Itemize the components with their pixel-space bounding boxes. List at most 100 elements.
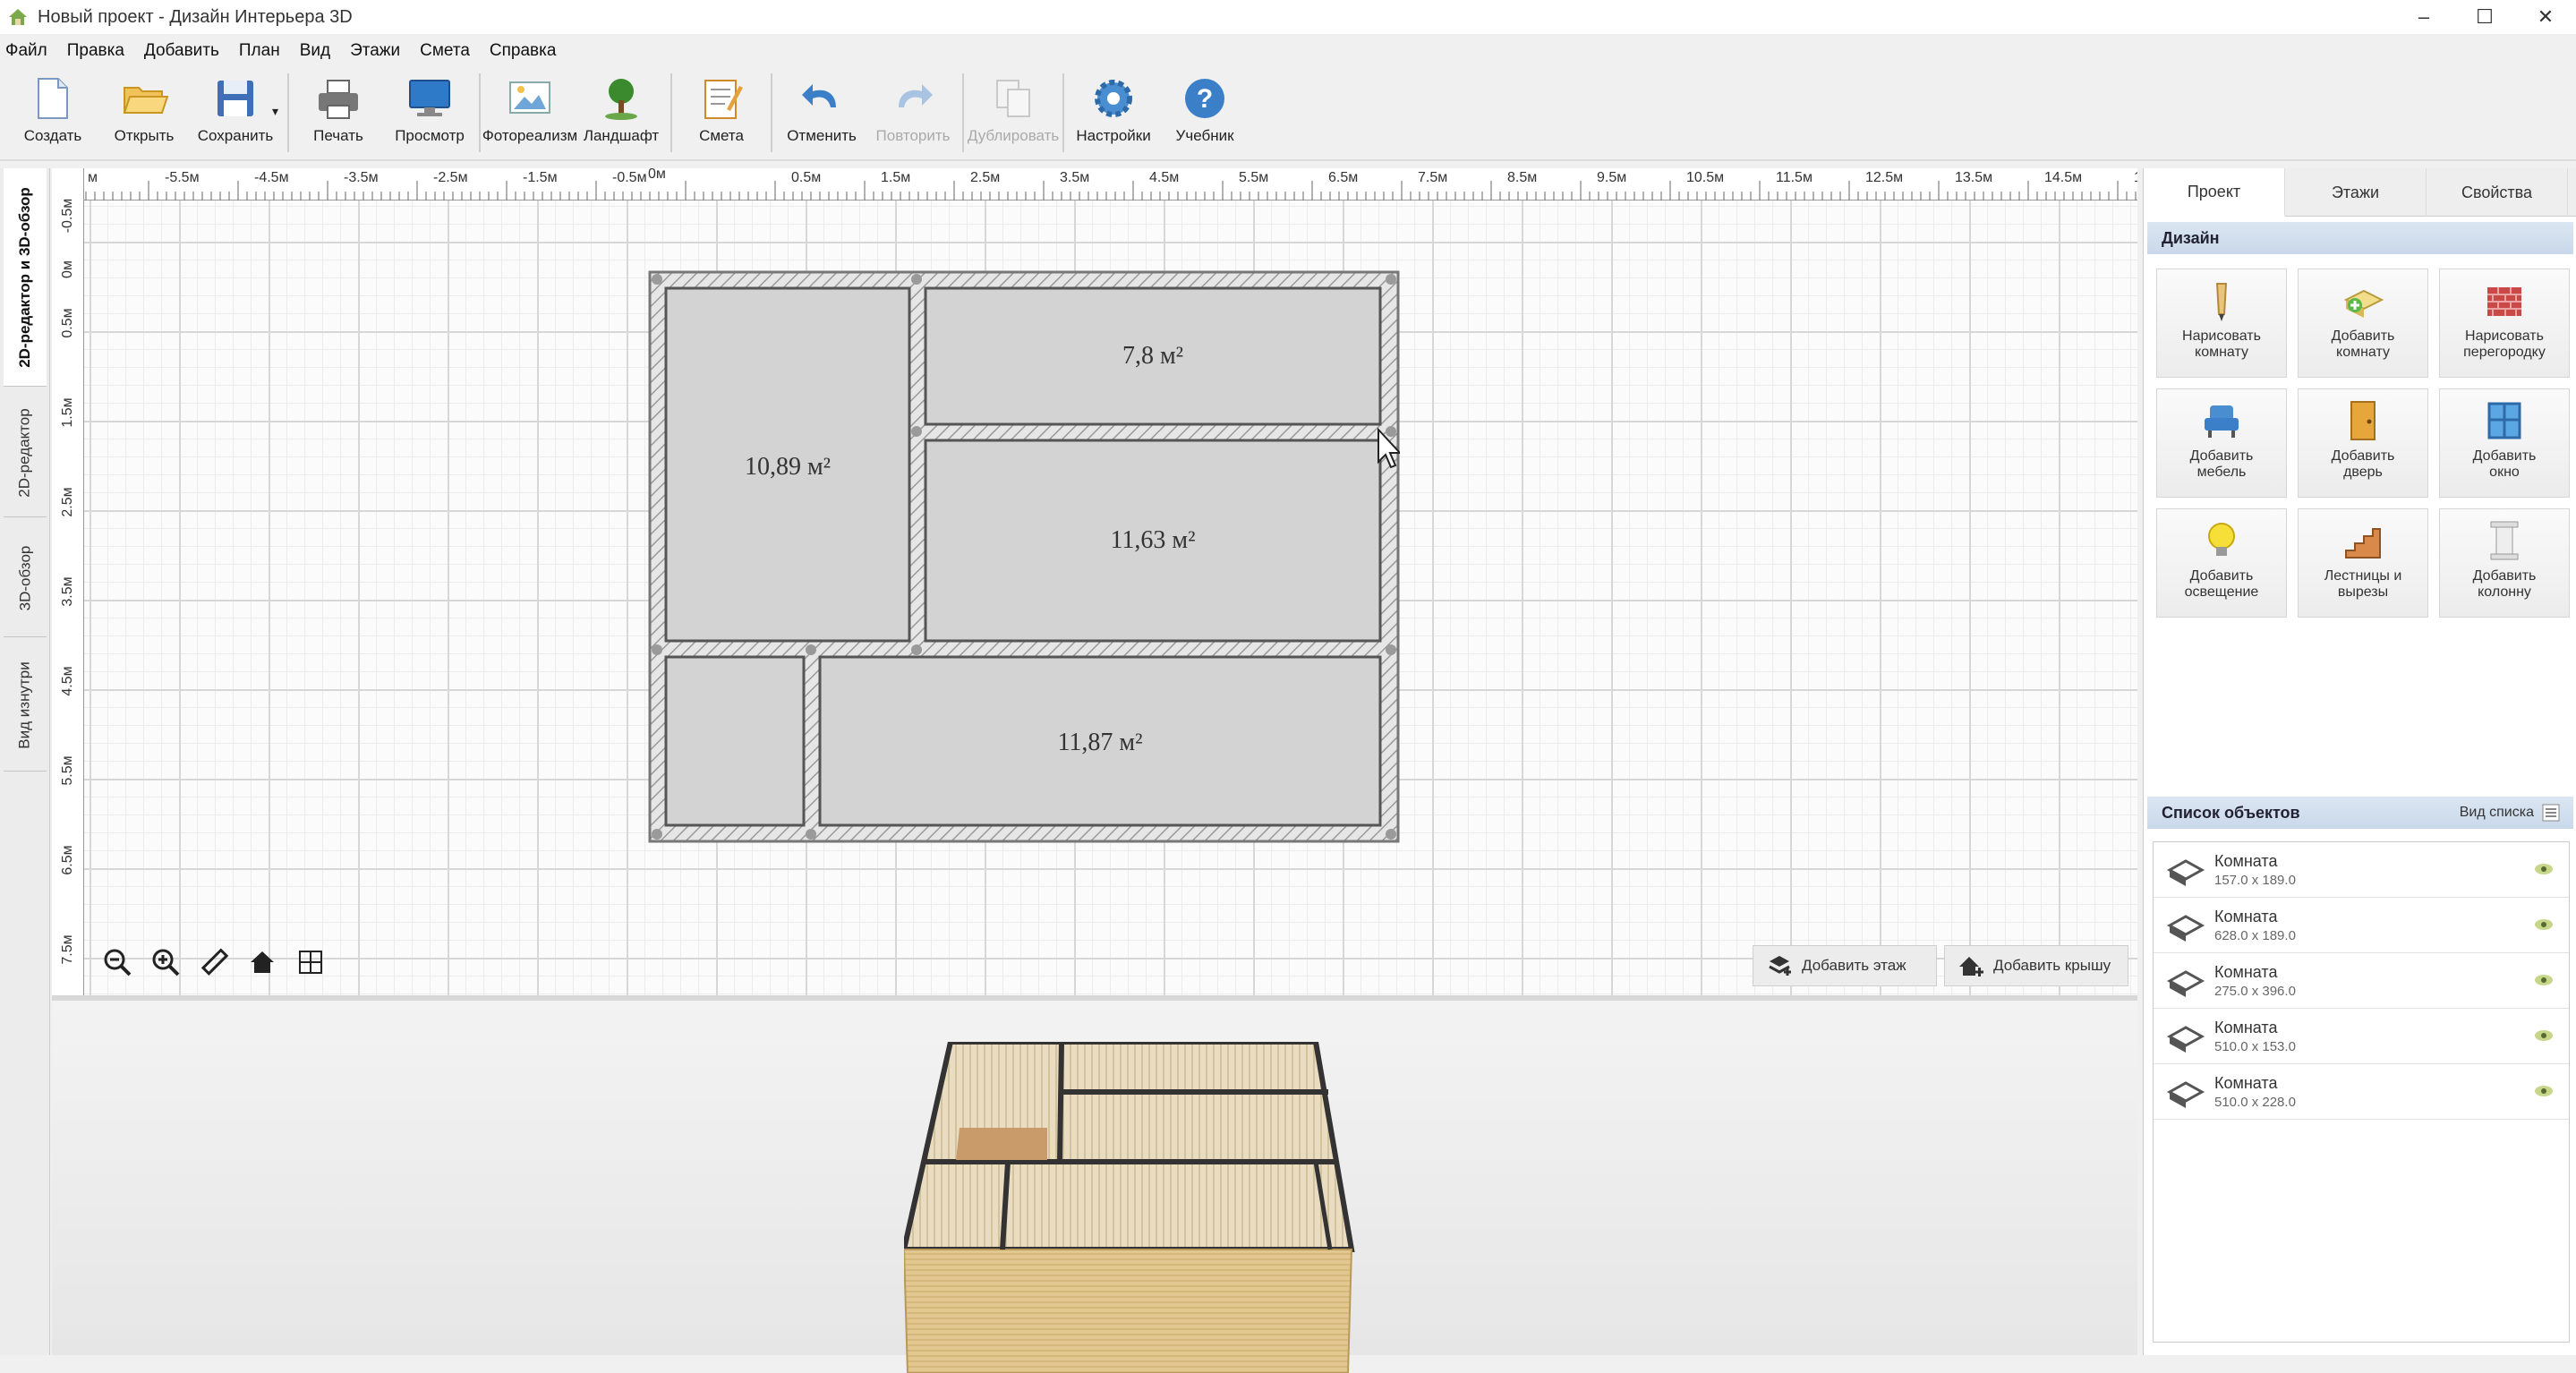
list-item[interactable]: Комната 628.0 x 189.0 (2154, 898, 2569, 953)
toolbar-separator (670, 73, 673, 152)
preview-button[interactable]: Просмотр (384, 68, 475, 154)
list-item[interactable]: Комната 275.0 x 396.0 (2154, 953, 2569, 1009)
ruler-label: 7.5м (60, 934, 75, 965)
add-roof-button[interactable]: Добавить крышу (1944, 945, 2128, 986)
tutorial-button[interactable]: ? Учебник (1159, 68, 1250, 154)
tab-3d-view[interactable]: 3D-обзор (4, 519, 47, 637)
visibility-eye-icon[interactable] (2533, 916, 2555, 934)
visibility-eye-icon[interactable] (2533, 1082, 2555, 1100)
tab-project[interactable]: Проект (2144, 168, 2285, 217)
visibility-eye-icon[interactable] (2533, 971, 2555, 989)
design-section-header: Дизайн (2147, 222, 2573, 254)
right-panel: Проект Этажи Свойства Дизайн Нарисовать … (2143, 168, 2576, 1355)
ruler-label: 3.5м (60, 576, 75, 607)
landscape-button[interactable]: Ландшафт (576, 68, 667, 154)
close-button[interactable]: ✕ (2515, 0, 2576, 34)
zoom-out-button[interactable] (95, 940, 140, 985)
create-button[interactable]: Создать (7, 68, 98, 154)
add-furniture-button[interactable]: Добавить мебель (2156, 388, 2287, 498)
3d-house-model[interactable] (904, 1042, 1387, 1373)
tab-2d-editor[interactable]: 2D-редактор (4, 388, 47, 517)
minimize-button[interactable]: – (2393, 0, 2454, 34)
maximize-button[interactable]: ☐ (2454, 0, 2515, 34)
menu-help[interactable]: Справка (490, 41, 557, 61)
add-column-button[interactable]: Добавить колонну (2439, 508, 2570, 618)
ruler-label: -3.5м (344, 170, 379, 185)
list-item[interactable]: Комната 157.0 x 189.0 (2154, 842, 2569, 898)
ruler-label: 5.5м (1239, 170, 1269, 185)
toolbar: Создать Открыть Сохранить ▾ Печать Просм… (0, 68, 2576, 158)
visibility-eye-icon[interactable] (2533, 1027, 2555, 1045)
monitor-icon (409, 80, 451, 116)
duplicate-button[interactable]: Дублировать (968, 68, 1059, 154)
armchair-icon (2205, 405, 2239, 438)
add-floor-button[interactable]: Добавить этаж (1753, 945, 1937, 986)
tree-icon (605, 79, 638, 120)
home-icon (251, 951, 274, 973)
undo-button[interactable]: Отменить (776, 68, 867, 154)
draw-partition-button[interactable]: Нарисовать перегородку (2439, 269, 2570, 378)
ruler-label: 0.5м (791, 170, 822, 185)
menu-bar: Файл Правка Добавить План Вид Этажи Смет… (0, 36, 576, 66)
room-object-icon (2166, 858, 2205, 886)
help-question-icon: ? (1185, 79, 1225, 118)
tab-floors[interactable]: Этажи (2285, 168, 2427, 217)
folder-icon (123, 87, 169, 114)
draw-room-button[interactable]: Нарисовать комнату (2156, 269, 2287, 378)
toolbar-separator (962, 73, 965, 152)
print-button[interactable]: Печать (293, 68, 384, 154)
view-mode-tabs: 2D-редактор и 3D-обзор 2D-редактор 3D-об… (0, 168, 50, 1355)
list-item[interactable]: Комната 510.0 x 153.0 (2154, 1009, 2569, 1064)
ruler-label: 8.5м (1507, 170, 1538, 185)
add-window-button[interactable]: Добавить окно (2439, 388, 2570, 498)
room-object-icon (2166, 1025, 2205, 1053)
floor-plan[interactable]: 10,89 м² 7,8 м² 11,63 м² 11,87 м² (648, 270, 1400, 843)
measure-button[interactable] (192, 940, 236, 985)
zoom-in-button[interactable] (143, 940, 188, 985)
estimate-notepad-icon (704, 80, 744, 119)
right-panel-tabs: Проект Этажи Свойства (2144, 168, 2576, 217)
menu-plan[interactable]: План (239, 41, 280, 61)
save-button[interactable]: Сохранить (190, 68, 281, 154)
save-dropdown-arrow[interactable]: ▾ (272, 104, 278, 119)
photo-icon (509, 81, 551, 114)
ruler-label: 10.5м (1686, 170, 1725, 185)
room-4[interactable] (664, 655, 806, 827)
tab-inside-view[interactable]: Вид изнутри (4, 639, 47, 772)
open-button[interactable]: Открыть (98, 68, 190, 154)
3d-view[interactable] (52, 1001, 2137, 1373)
estimate-button[interactable]: Смета (676, 68, 767, 154)
list-view-toggle[interactable]: Вид списка (2460, 803, 2561, 823)
horizontal-ruler: м -5.5м -4.5м -3.5м -2.5м -1.5м -0.5м 0м 0.5м 1.5… (52, 168, 2137, 200)
column-icon (2490, 521, 2519, 560)
settings-button[interactable]: Настройки (1068, 68, 1159, 154)
fit-view-button[interactable] (288, 940, 333, 985)
ruler-label: 14.5м (2044, 170, 2083, 185)
stairs-and-cutouts-button[interactable]: Лестницы и вырезы (2298, 508, 2428, 618)
ruler-label: 4.5м (1149, 170, 1180, 185)
tab-2d-editor-3d-view[interactable]: 2D-редактор и 3D-обзор (4, 168, 47, 387)
redo-button[interactable]: Повторить (867, 68, 959, 154)
menu-view[interactable]: Вид (300, 41, 330, 61)
menu-file[interactable]: Файл (5, 41, 47, 61)
menu-edit[interactable]: Правка (67, 41, 124, 61)
tab-properties[interactable]: Свойства (2427, 168, 2568, 217)
2d-editor-canvas[interactable]: м -5.5м -4.5м -3.5м -2.5м -1.5м -0.5м 0м 0.5м 1.5… (52, 168, 2137, 995)
photorealism-button[interactable]: Фотореализм (482, 68, 577, 154)
home-view-button[interactable] (240, 940, 285, 985)
ruler-label: 12.5м (1865, 170, 1904, 185)
menu-add[interactable]: Добавить (144, 41, 219, 61)
title-bar: Новый проект - Дизайн Интерьера 3D – ☐ ✕ (0, 0, 2576, 34)
list-item[interactable]: Комната 510.0 x 228.0 (2154, 1064, 2569, 1120)
add-door-button[interactable]: Добавить дверь (2298, 388, 2428, 498)
menu-estimate[interactable]: Смета (420, 41, 470, 61)
add-room-button[interactable]: Добавить комнату (2298, 269, 2428, 378)
add-floor-icon (1769, 956, 1791, 976)
room-area-label: 11,63 м² (1110, 526, 1195, 554)
menu-floors[interactable]: Этажи (350, 41, 400, 61)
add-lighting-button[interactable]: Добавить освещение (2156, 508, 2287, 618)
ruler-label: 15.5м (2134, 170, 2137, 186)
ruler-label: 6.5м (1328, 170, 1359, 185)
room-area-label: 10,89 м² (745, 453, 831, 481)
visibility-eye-icon[interactable] (2533, 860, 2555, 878)
